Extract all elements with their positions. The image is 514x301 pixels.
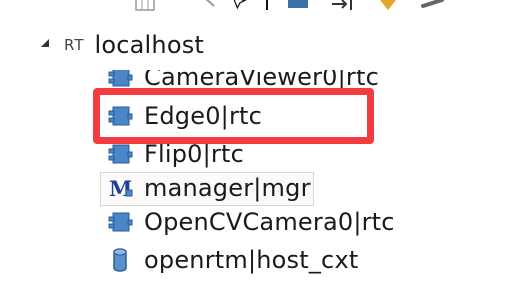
tree-node-openrtm[interactable]: openrtm|host_cxt	[106, 243, 358, 277]
svg-text:M: M	[109, 176, 132, 201]
node-label: localhost	[94, 31, 205, 59]
node-label: OpenCVCamera0|rtc	[144, 208, 395, 236]
rtc-component-icon	[108, 144, 133, 164]
name-service-tree: RT localhost CameraViewer0|rtc Edge0|rtc…	[0, 0, 514, 301]
node-label: openrtm|host_cxt	[144, 246, 359, 274]
collapse-arrow-icon[interactable]	[38, 36, 52, 50]
highlight-box	[93, 88, 374, 144]
tree-node-manager[interactable]: M manager|mgr	[106, 171, 311, 205]
tree-node-opencvcamera0[interactable]: OpenCVCamera0|rtc	[106, 205, 395, 239]
host-context-icon	[113, 248, 127, 272]
rtc-component-icon	[108, 212, 133, 232]
rt-badge: RT	[64, 36, 85, 54]
node-label: manager|mgr	[144, 174, 311, 202]
manager-icon: M	[109, 176, 133, 201]
tree-node-localhost[interactable]: RT localhost	[64, 28, 204, 62]
rtc-component-icon	[108, 70, 133, 87]
